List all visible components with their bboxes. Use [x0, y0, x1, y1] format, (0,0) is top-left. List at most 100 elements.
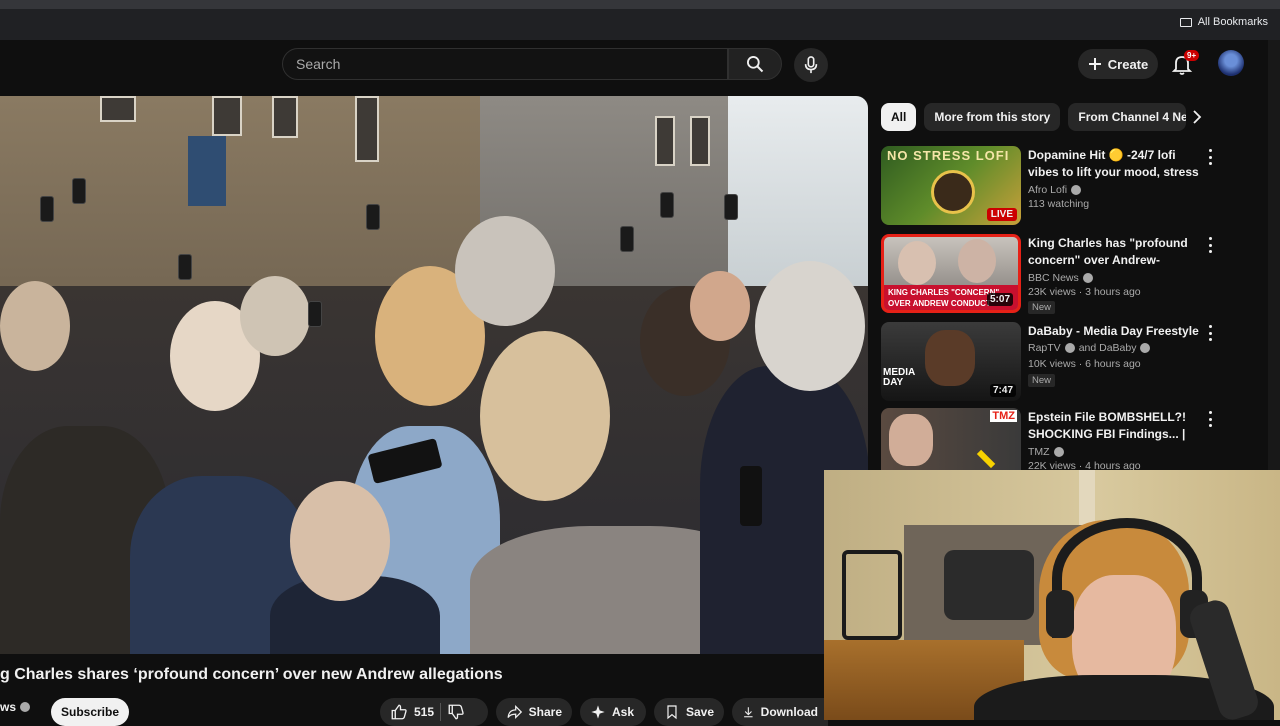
new-badge: New [1028, 374, 1056, 387]
bookmark-icon [667, 705, 677, 720]
chevron-right-icon[interactable] [1188, 108, 1206, 126]
search-button[interactable] [728, 48, 782, 80]
video-frame-person [240, 276, 310, 356]
ask-label: Ask [612, 705, 635, 719]
channel-name-text: ws [0, 700, 17, 714]
notification-badge: 9+ [1184, 50, 1200, 61]
like-count: 515 [414, 705, 435, 719]
video-frame-phone [660, 192, 674, 218]
folder-icon [1179, 17, 1192, 27]
voice-search-button[interactable] [794, 48, 828, 82]
video-thumbnail[interactable]: NO STRESS LOFI LIVE [881, 146, 1021, 225]
save-label: Save [685, 705, 714, 719]
video-frame-window [272, 96, 298, 138]
chip-from-channel-4-news[interactable]: From Channel 4 News [1068, 103, 1187, 131]
microphone-icon [804, 56, 818, 74]
thumbnail-person [925, 330, 975, 386]
ask-button[interactable]: Ask [580, 698, 646, 726]
share-button[interactable]: Share [496, 698, 572, 726]
recommendation-meta: 23K views · 3 hours ago [1028, 286, 1141, 298]
chip-all[interactable]: All [881, 103, 917, 131]
video-frame-phone [724, 194, 738, 220]
video-frame-phone [366, 204, 380, 230]
recommendation-channel[interactable]: RapTV and DaBaby [1028, 342, 1151, 354]
verified-icon [1071, 185, 1082, 195]
video-frame-phone [40, 196, 54, 222]
channel-label-secondary: and DaBaby [1078, 342, 1137, 354]
download-label: Download [760, 705, 818, 719]
thumbs-up-icon[interactable] [390, 703, 408, 721]
recommendation-channel[interactable]: BBC News [1028, 272, 1093, 284]
more-options-icon[interactable] [1207, 237, 1213, 253]
thumbnail-character [931, 170, 975, 214]
video-frame-window [355, 96, 379, 162]
recommendation-meta: 10K views · 6 hours ago [1028, 358, 1141, 370]
video-frame-window [690, 116, 710, 166]
all-bookmarks-button[interactable]: All Bookmarks [1179, 16, 1268, 28]
channel-name[interactable]: ws [0, 700, 31, 714]
video-player[interactable] [0, 96, 868, 654]
download-icon [744, 707, 753, 718]
video-frame-phone [620, 226, 634, 252]
video-frame-person [0, 281, 70, 371]
more-options-icon[interactable] [1207, 149, 1213, 165]
verified-icon [1140, 343, 1151, 353]
video-frame-person [690, 271, 750, 341]
video-frame-phone [178, 254, 192, 280]
recommendation-title[interactable]: Epstein File BOMBSHELL?! SHOCKING FBI Fi… [1028, 409, 1203, 443]
recommendation-item[interactable]: KING CHARLES "CONCERN" OVER ANDREW CONDU… [881, 234, 1261, 316]
search-input[interactable]: Search [282, 48, 728, 80]
verified-icon [1082, 273, 1093, 283]
thumbnail-face [958, 239, 996, 283]
video-frame-banner [188, 136, 226, 206]
browser-toolbar: All Bookmarks [0, 0, 1280, 40]
video-frame-sky [728, 96, 868, 286]
recommendation-item[interactable]: NO STRESS LOFI LIVE Dopamine Hit 🟡 -24/7… [881, 146, 1261, 228]
chip-more-from-this-story[interactable]: More from this story [924, 103, 1061, 131]
more-options-icon[interactable] [1207, 325, 1213, 341]
subscribe-button[interactable]: Subscribe [51, 698, 129, 726]
video-frame-window [212, 96, 242, 136]
webcam-overlay [824, 470, 1280, 720]
video-frame-phone [740, 466, 762, 526]
headphone-earcup [1046, 590, 1074, 638]
new-badge: New [1028, 301, 1056, 314]
plus-icon [1088, 58, 1101, 70]
verified-icon [20, 702, 31, 712]
channel-label: BBC News [1028, 272, 1079, 284]
thumbnail-text: MEDIA DAY [883, 367, 915, 388]
video-frame-person [290, 481, 390, 601]
avatar[interactable] [1218, 50, 1244, 76]
thumbnail-text: NO STRESS LOFI [887, 148, 1010, 163]
recommendation-item[interactable]: MEDIA DAY 7:47 DaBaby - Media Day Freest… [881, 322, 1261, 404]
channel-label: Afro Lofi [1028, 184, 1068, 196]
download-button[interactable]: Download [732, 698, 828, 726]
video-thumbnail[interactable]: KING CHARLES "CONCERN" OVER ANDREW CONDU… [881, 234, 1021, 313]
video-frame-phone [308, 301, 322, 327]
more-options-icon[interactable] [1207, 411, 1213, 427]
video-thumbnail[interactable]: MEDIA DAY 7:47 [881, 322, 1021, 401]
recommendation-channel[interactable]: TMZ [1028, 446, 1064, 458]
share-label: Share [528, 705, 562, 719]
sparkle-icon [591, 705, 605, 719]
verified-icon [1064, 343, 1075, 353]
search-icon [747, 56, 764, 73]
search-placeholder: Search [296, 56, 341, 72]
create-button[interactable]: Create [1078, 49, 1158, 79]
recommendation-channel[interactable]: Afro Lofi [1028, 184, 1082, 196]
video-frame-person [480, 331, 610, 501]
video-duration: 7:47 [989, 384, 1016, 397]
webcam-office-chair [944, 550, 1034, 620]
recommendation-title[interactable]: Dopamine Hit 🟡 -24/7 lofi vibes to lift … [1028, 147, 1203, 181]
thumbs-down-icon[interactable] [447, 703, 465, 721]
webcam-chair [842, 550, 902, 640]
video-frame-window [655, 116, 675, 166]
thumbnail-face [898, 241, 936, 285]
video-title: g Charles shares ‘profound concern’ over… [0, 666, 503, 683]
recommendation-title[interactable]: DaBaby - Media Day Freestyle [1028, 323, 1203, 340]
browser-tab-strip [0, 0, 1280, 9]
recommendation-title[interactable]: King Charles has "profound concern" over… [1028, 235, 1203, 269]
video-frame-person [455, 216, 555, 326]
save-button[interactable]: Save [654, 698, 724, 726]
channel-label: RapTV [1028, 342, 1061, 354]
